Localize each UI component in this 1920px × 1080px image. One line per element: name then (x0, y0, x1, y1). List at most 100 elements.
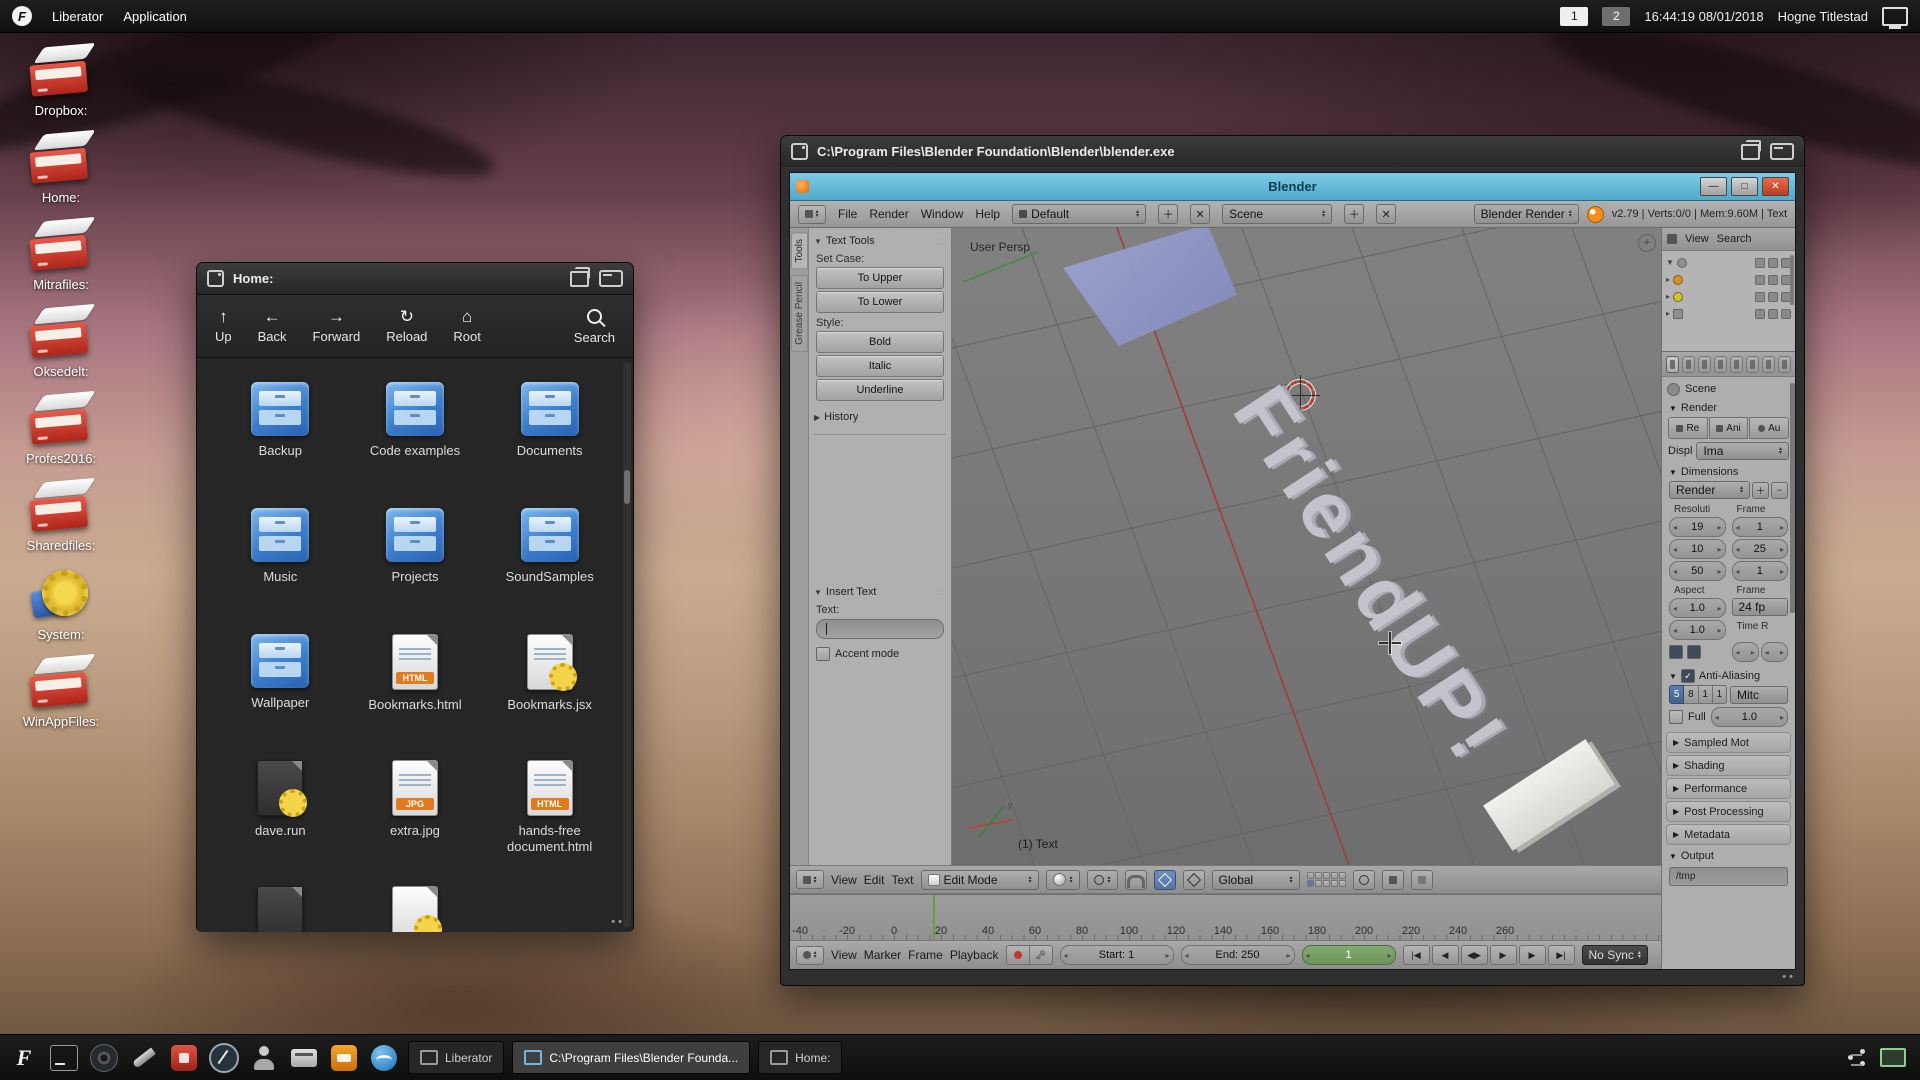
blue-app-launcher[interactable] (368, 1042, 400, 1074)
tools-launcher[interactable] (128, 1042, 160, 1074)
outliner-tree[interactable]: ▼ ▸ ▸ ▸ (1662, 251, 1795, 351)
scrollbar-thumb[interactable] (1790, 383, 1795, 613)
to-lower-button[interactable]: To Lower (816, 291, 944, 313)
media-launcher[interactable] (88, 1042, 120, 1074)
resolution-x-field[interactable]: 19 (1669, 517, 1726, 537)
resize-grip[interactable]: •• (611, 916, 625, 928)
desktop-icon-winappfiles[interactable]: WinAppFiles: (8, 657, 114, 729)
file-item[interactable]: Projects (348, 508, 483, 634)
window-zoom-button[interactable] (1770, 143, 1794, 160)
underline-button[interactable]: Underline (816, 379, 944, 401)
root-button[interactable]: ⌂Root (453, 308, 480, 344)
aa-samples-11[interactable]: 1 (1699, 685, 1713, 704)
screens-icon[interactable] (1880, 1048, 1906, 1067)
screen-layout-select[interactable]: Default▴ ▾ (1012, 204, 1146, 224)
select-icon[interactable] (1768, 292, 1778, 302)
resolution-y-field[interactable]: 10 (1669, 539, 1726, 559)
history-panel-header[interactable]: ▶ History (814, 408, 946, 426)
insert-text-panel-header[interactable]: ▼ Insert Text ::: (814, 583, 946, 601)
workspace-1[interactable]: 1 (1560, 7, 1588, 26)
current-frame-line[interactable] (933, 895, 935, 940)
sampled-motion-blur-panel[interactable]: ▶Sampled Mot (1666, 732, 1791, 753)
display-select[interactable]: Ima▴ ▾ (1696, 442, 1789, 460)
text-tools-panel-header[interactable]: ▼ Text Tools ::: (814, 232, 946, 250)
sync-select[interactable]: No Sync▴ ▾ (1582, 945, 1648, 965)
add-layout-button[interactable]: ＋ (1158, 204, 1178, 224)
mode-select[interactable]: Edit Mode▴ ▾ (921, 870, 1039, 890)
jump-to-end-button[interactable]: ▶| (1548, 945, 1575, 965)
menu-window[interactable]: Window (921, 207, 964, 221)
frame-end-field[interactable]: End: 250 (1181, 945, 1295, 965)
tab-data[interactable] (1762, 356, 1775, 373)
eye-icon[interactable] (1755, 275, 1765, 285)
file-item[interactable]: Music (213, 508, 348, 634)
tab-grease-pencil[interactable]: Grease Pencil (791, 275, 808, 352)
menu-view[interactable]: View (831, 948, 857, 962)
aa-filter-select[interactable]: Mitc (1730, 686, 1788, 704)
snap-magnet-button[interactable] (1125, 870, 1147, 890)
aspect-x-field[interactable]: 1.0 (1669, 598, 1726, 618)
menu-marker[interactable]: Marker (864, 948, 901, 962)
outliner-row[interactable]: ▼ (1666, 254, 1791, 271)
outliner-row[interactable]: ▸ (1666, 305, 1791, 322)
menu-file[interactable]: File (838, 207, 857, 221)
layers-widget[interactable] (1307, 872, 1346, 887)
file-item-partial[interactable] (348, 886, 483, 932)
menu-application[interactable]: Application (123, 9, 187, 24)
remove-preset-button[interactable]: − (1771, 482, 1788, 499)
eye-icon[interactable] (1755, 309, 1765, 319)
add-scene-button[interactable]: ＋ (1344, 204, 1364, 224)
outliner-row[interactable]: ▸ (1666, 271, 1791, 288)
file-item-partial[interactable] (213, 886, 348, 932)
filemanager-body[interactable]: Backup Code examples Documents Music Pro… (197, 358, 633, 932)
file-item[interactable]: Documents (482, 382, 617, 508)
menu-help[interactable]: Help (975, 207, 1000, 221)
file-item[interactable]: SoundSamples (482, 508, 617, 634)
jump-to-start-button[interactable]: |◀ (1403, 945, 1430, 965)
desktop-icon-sharedfiles[interactable]: Sharedfiles: (8, 481, 114, 553)
orange-app-launcher[interactable] (328, 1042, 360, 1074)
output-path-field[interactable]: /tmp (1669, 867, 1788, 886)
time-new-field[interactable] (1761, 642, 1788, 662)
snap-element-button[interactable] (1154, 870, 1176, 890)
minimize-button[interactable]: — (1700, 177, 1727, 196)
file-item[interactable]: Code examples (348, 382, 483, 508)
aa-size-field[interactable]: 1.0 (1711, 707, 1788, 727)
italic-button[interactable]: Italic (816, 355, 944, 377)
workspace-2[interactable]: 2 (1602, 7, 1630, 26)
menu-render[interactable]: Render (869, 207, 908, 221)
orientation-select[interactable]: Global▴ ▾ (1212, 870, 1300, 890)
menu-playback[interactable]: Playback (950, 948, 999, 962)
render-button[interactable]: Re (1668, 417, 1708, 439)
frame-step-field[interactable]: 1 (1732, 561, 1789, 581)
eye-icon[interactable] (1755, 258, 1765, 268)
share-icon[interactable] (1848, 1049, 1866, 1067)
display-icon[interactable] (1882, 7, 1908, 26)
eye-icon[interactable] (1755, 292, 1765, 302)
forward-button[interactable]: →Forward (313, 308, 361, 344)
tab-tools[interactable]: Tools (791, 232, 808, 269)
outliner-row[interactable]: ▸ (1666, 288, 1791, 305)
insert-text-input[interactable] (816, 619, 944, 639)
editor-type-button[interactable]: ▴ ▾ (796, 946, 824, 965)
frame-start-field[interactable]: Start: 1 (1060, 945, 1174, 965)
desktop-icon-system[interactable]: System: (8, 568, 114, 642)
render-preset-select[interactable]: Render▴ ▾ (1669, 481, 1750, 499)
file-item[interactable]: Wallpaper (213, 634, 348, 760)
resolution-percent-field[interactable]: 50 (1669, 561, 1726, 581)
post-processing-panel[interactable]: ▶Post Processing (1666, 801, 1791, 822)
scene-select[interactable]: Scene▴ ▾ (1222, 204, 1332, 224)
file-item[interactable]: JPG extra.jpg (348, 760, 483, 886)
antialiasing-checkbox[interactable]: ✓ (1681, 669, 1695, 683)
region-expand-icon[interactable]: + (1638, 234, 1656, 252)
menu-search[interactable]: Search (1717, 233, 1752, 245)
file-item[interactable]: Backup (213, 382, 348, 508)
accent-mode-checkbox[interactable] (816, 647, 830, 661)
output-panel-header[interactable]: ▼ Output (1665, 847, 1792, 865)
select-icon[interactable] (1768, 309, 1778, 319)
menu-view[interactable]: View (1685, 233, 1709, 245)
tab-constraints[interactable] (1746, 356, 1759, 373)
select-icon[interactable] (1768, 258, 1778, 268)
dimensions-panel-header[interactable]: ▼ Dimensions (1665, 463, 1792, 481)
desktop-icon-mitrafiles[interactable]: Mitrafiles: (8, 220, 114, 292)
